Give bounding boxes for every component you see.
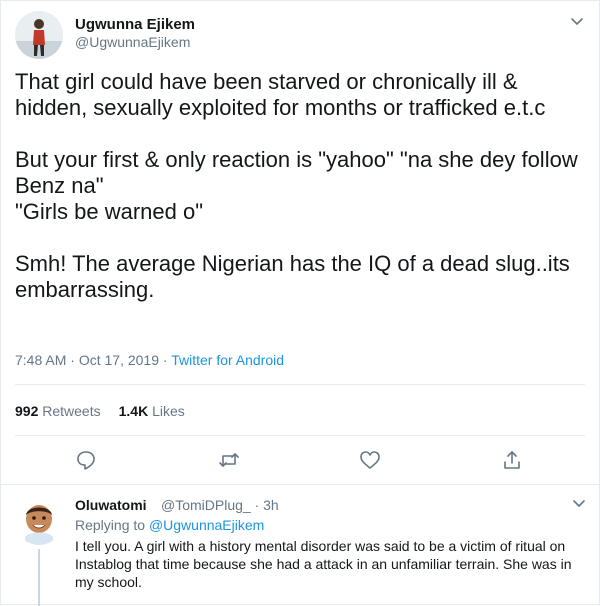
tweet-text: That girl could have been starved or chr… [15,69,589,303]
divider [15,435,585,436]
tweet-meta: 7:48 AM · Oct 17, 2019 · Twitter for And… [15,352,284,368]
divider [15,384,585,385]
meta-separator: · [70,352,75,368]
chevron-down-icon[interactable] [569,13,585,29]
reply-author-handle[interactable]: @TomiDPlug_ · 3h [161,497,279,513]
reply-author-avatar[interactable] [15,497,63,545]
share-icon[interactable] [501,449,523,471]
like-count: 1.4K [118,403,149,419]
reply-icon[interactable] [75,449,97,471]
thread-line [38,549,40,606]
retweet-label: Retweets [42,403,101,419]
reply-author-name[interactable]: Oluwatomi [75,497,147,513]
replying-mention-link[interactable]: @UgwunnaEjikem [149,517,264,533]
tweet-date[interactable]: Oct 17, 2019 [79,352,159,368]
tweet-card: Ugwunna Ejikem @UgwunnaEjikem That girl … [0,0,600,606]
reply-tweet[interactable]: Oluwatomi @TomiDPlug_ · 3h Replying to @… [1,485,600,606]
retweet-count: 992 [15,403,39,419]
retweet-icon[interactable] [218,449,240,471]
retweets-stat[interactable]: 992 Retweets [15,403,101,419]
tweet-source-link[interactable]: Twitter for Android [171,352,284,368]
likes-stat[interactable]: 1.4K Likes [119,403,185,419]
chevron-down-icon[interactable] [571,495,587,511]
tweet-time[interactable]: 7:48 AM [15,352,66,368]
tweet-paragraph: Smh! The average Nigerian has the IQ of … [15,251,570,302]
author-handle[interactable]: @UgwunnaEjikem [75,34,190,50]
like-label: Likes [152,403,185,419]
tweet-paragraph: That girl could have been starved or chr… [15,69,546,120]
author-avatar[interactable] [15,11,63,59]
author-name[interactable]: Ugwunna Ejikem [75,16,195,33]
reply-text: I tell you. A girl with a history mental… [75,538,572,590]
heart-icon[interactable] [359,449,381,471]
tweet-stats: 992 Retweets 1.4K Likes [15,403,185,419]
replying-to: Replying to @UgwunnaEjikem [75,517,264,533]
meta-separator: · [162,352,168,368]
replying-prefix: Replying to [75,517,146,533]
tweet-paragraph: But your first & only reaction is "yahoo… [15,147,578,224]
